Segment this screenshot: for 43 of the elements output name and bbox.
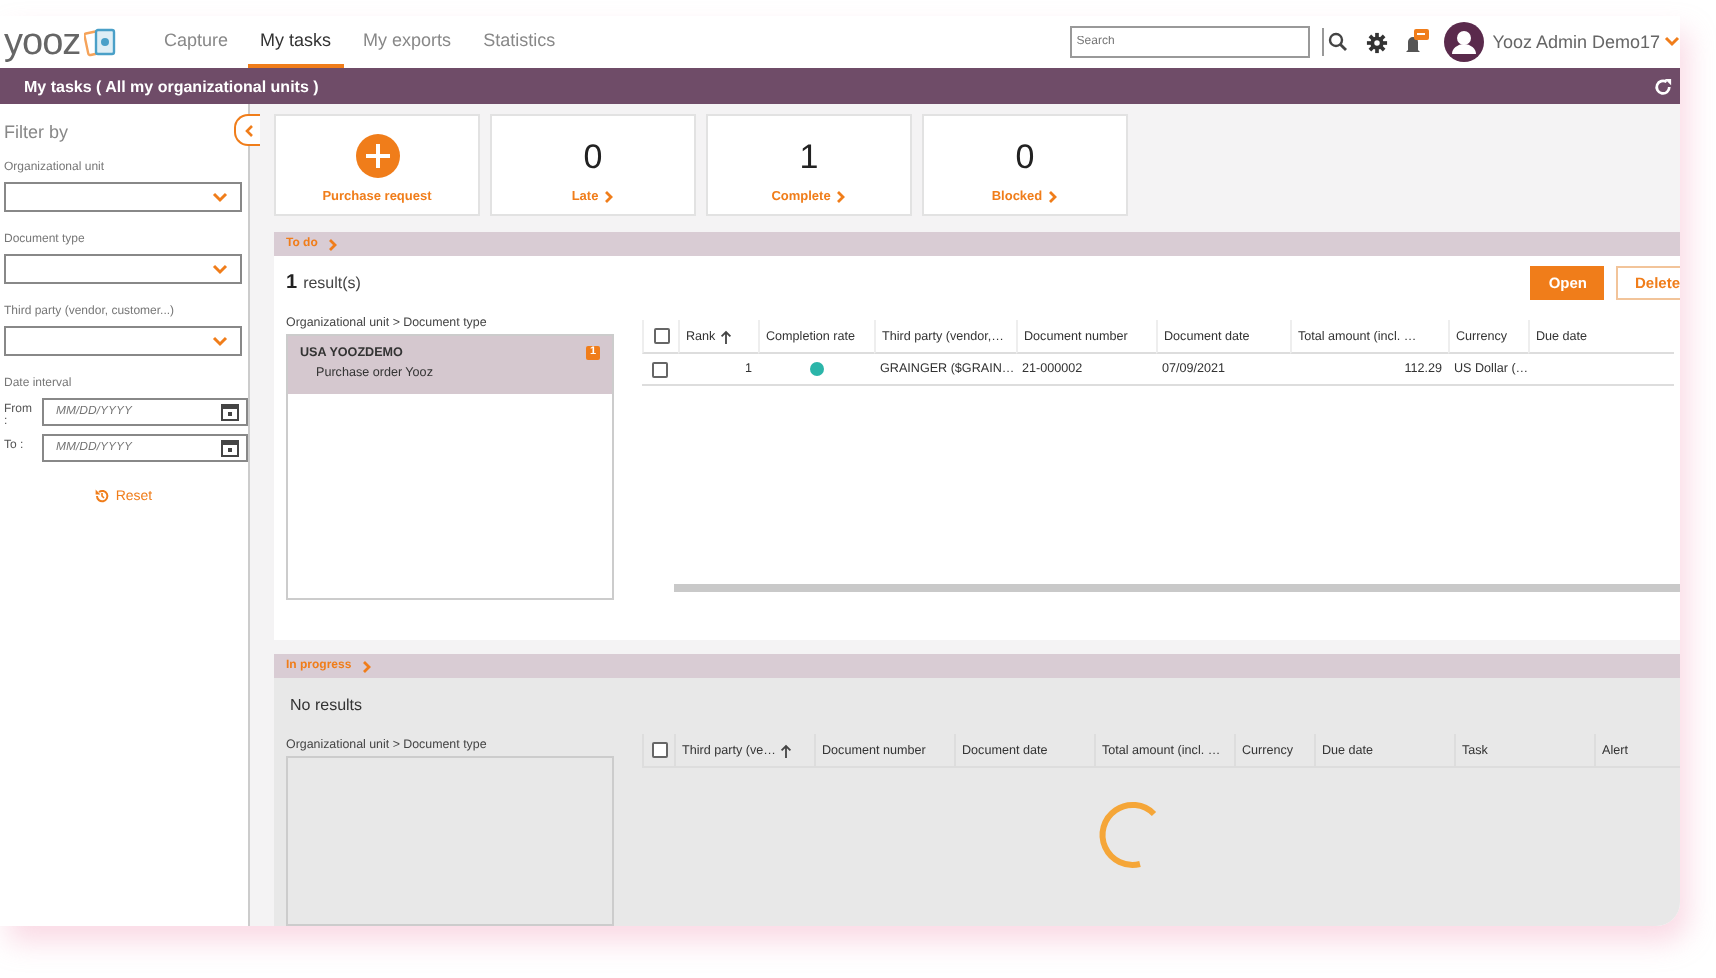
dropdown-field[interactable] — [4, 182, 242, 212]
empty-message: No results — [288, 693, 365, 717]
scrollbar[interactable] — [674, 584, 1680, 592]
chevron-right-icon — [604, 190, 615, 204]
sort-arrow-icon — [779, 743, 792, 757]
page-title: My tasks ( All my organizational units ) — [24, 77, 319, 95]
checkbox[interactable] — [652, 361, 668, 377]
nav-tab[interactable]: Statistics — [471, 16, 568, 68]
chevron-left-icon — [243, 123, 253, 137]
sort-arrow-icon — [719, 329, 732, 343]
tile-count: 0 — [1015, 138, 1035, 178]
collapse-button[interactable] — [234, 114, 260, 146]
chevron-right-icon — [327, 237, 338, 251]
chevron-right-icon — [836, 190, 847, 204]
caret-icon — [1664, 36, 1680, 48]
bell-icon[interactable] — [1402, 28, 1431, 56]
chevron-right-icon — [361, 659, 372, 673]
logo-text[interactable]: yooz — [4, 23, 81, 61]
user-menu[interactable]: Yooz Admin Demo17 — [1492, 32, 1660, 52]
avatar-icon — [1444, 22, 1485, 62]
result-count: 1 — [286, 271, 298, 293]
calendar-icon — [220, 438, 240, 458]
nav-tab[interactable]: Capture — [152, 16, 241, 68]
filter-title: Filter by — [4, 122, 71, 142]
reset-icon — [93, 488, 110, 504]
tile-count: 1 — [799, 138, 819, 178]
caret-icon — [212, 335, 228, 347]
caret-icon — [212, 263, 228, 275]
dropdown-field[interactable] — [4, 326, 242, 356]
tile-count: 0 — [583, 138, 603, 178]
checkbox[interactable] — [651, 742, 667, 758]
checkbox[interactable] — [653, 328, 669, 344]
refresh-icon[interactable] — [1654, 77, 1672, 95]
settings-icon[interactable] — [1366, 31, 1389, 53]
chevron-right-icon — [1048, 190, 1059, 204]
result-label: result(s) — [303, 273, 361, 291]
nav-tab[interactable]: My exports — [351, 16, 464, 68]
plus-icon — [355, 134, 399, 178]
dropdown-field[interactable] — [4, 254, 242, 284]
search-icon — [1328, 32, 1349, 52]
calendar-icon — [220, 402, 240, 422]
cards-logo-icon — [84, 26, 121, 58]
caret-icon — [212, 191, 228, 203]
